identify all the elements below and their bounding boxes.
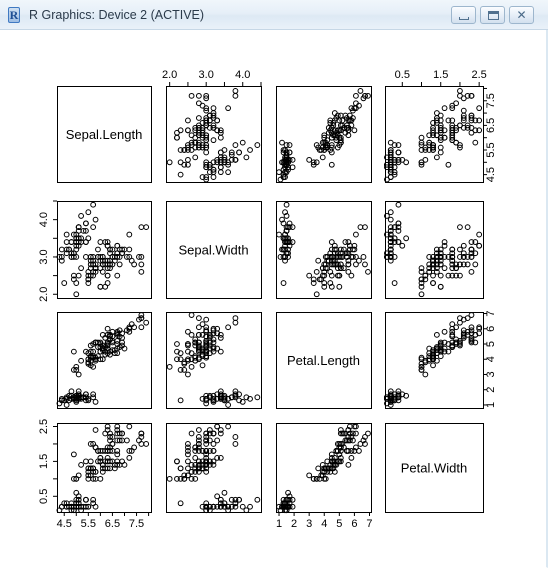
minimize-icon [459,17,469,20]
axis-tick-label: 2 [485,387,497,393]
axis-tick-label: 5 [485,341,497,347]
axis-tick-label: 6.5 [105,518,120,530]
matrix-panel [166,423,262,513]
axis-tick-label: 4 [485,356,497,362]
matrix-panel [57,423,152,513]
axis-tick-label: 1 [276,518,282,530]
axis-tick-label: 4 [321,518,327,530]
maximize-button[interactable] [480,6,505,24]
axis-tick-label: 1.5 [433,69,448,81]
close-button[interactable]: ✕ [509,6,534,24]
r-graphics-window: R R Graphics: Device 2 (ACTIVE) ✕ Sepal.… [0,0,548,568]
axis-tick-label: 3.0 [199,69,214,81]
axis-tick-label: 2.0 [38,287,50,302]
window-titlebar: R R Graphics: Device 2 (ACTIVE) ✕ [0,0,548,30]
axis-tick-label: 0.5 [395,69,410,81]
close-icon: ✕ [516,8,527,22]
axis-tick-label: 2 [291,518,297,530]
panel-points [56,312,150,408]
panel-points [384,201,483,298]
axis-tick-label: 5.5 [485,142,497,157]
panel-points [384,88,483,183]
axis-tick-label: 3.0 [38,249,50,264]
matrix-panel [166,86,262,183]
graphics-canvas: Sepal.Length Sepal.Width Petal.Length Petal… [0,31,544,567]
axis-tick-label: 3 [485,371,497,377]
axis-tick-label: 5 [336,518,342,530]
axis-tick-label: 2.5 [38,419,50,434]
panel-points [276,201,371,298]
panel-points [166,312,261,408]
panel-points [384,312,483,408]
axis-tick-label: 2.5 [472,69,487,81]
r-logo-letter: R [7,7,21,23]
panel-variable-label: Sepal.Length [66,127,143,142]
axis-tick-label: 4.5 [485,167,497,182]
minimize-button[interactable] [451,6,476,24]
panel-points [276,88,371,183]
axis-tick-label: 4.5 [57,518,72,530]
axis-tick-label: 7.5 [485,93,497,108]
axis-tick-label: 4.0 [235,69,250,81]
scatterplot-matrix: Sepal.Length Sepal.Width Petal.Length Petal… [38,69,497,530]
axis-tick-label: 0.5 [38,489,50,504]
axis-tick-label: 7.5 [129,518,144,530]
panel-points [56,423,150,514]
panel-points [166,423,261,514]
r-logo-icon: R [5,6,23,24]
panel-points [56,201,150,298]
axis-tick-label: 3 [306,518,312,530]
axis-tick-label: 1.5 [38,454,50,469]
axis-tick-label: 7 [485,310,497,316]
axis-tick-label: 5.5 [81,518,96,530]
maximize-icon [488,11,499,20]
axis-tick-label: 6 [485,326,497,332]
panel-points [276,423,371,514]
axis-tick-label: 2.0 [162,69,177,81]
axis-tick-label: 7 [366,518,372,530]
panel-variable-label: Petal.Width [401,461,467,476]
panel-points [166,88,261,183]
axis-tick-label: 4.0 [38,212,50,227]
panel-variable-label: Sepal.Width [178,243,248,258]
axis-tick-label: 1 [485,402,497,408]
axis-tick-label: 6 [351,518,357,530]
window-title: R Graphics: Device 2 (ACTIVE) [29,8,205,22]
axis-tick-label: 6.5 [485,118,497,133]
panel-variable-label: Petal.Length [287,353,360,368]
